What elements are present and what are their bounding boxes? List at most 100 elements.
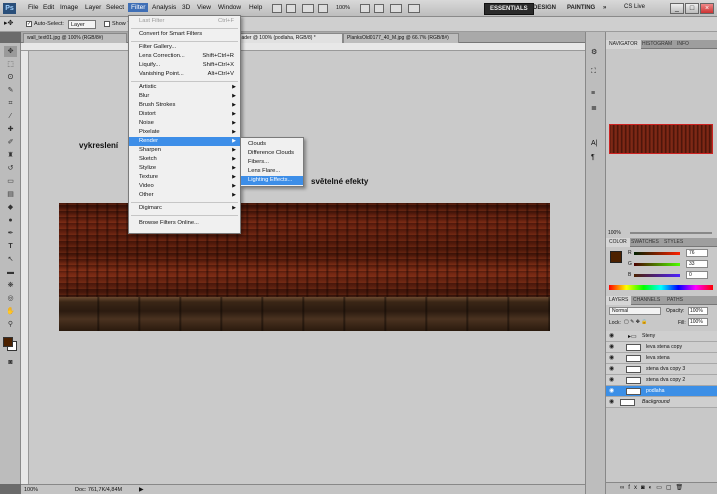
menu-view[interactable]: View — [197, 4, 211, 11]
color-ramp[interactable] — [609, 285, 713, 290]
tab-reader[interactable]: reader @ 100% (podlaha, RGB/8) * — [233, 33, 343, 43]
show-transform-checkbox[interactable] — [104, 21, 110, 27]
menu-window[interactable]: Window — [218, 4, 241, 11]
eyedropper-tool-icon[interactable]: ⁄ — [4, 111, 17, 122]
channel-g-slider[interactable] — [634, 263, 680, 266]
arrange-documents-icon[interactable] — [390, 4, 402, 13]
masks-panel-icon[interactable]: ≣ — [591, 104, 601, 113]
menu-item-pixelate[interactable]: Pixelate ▶ — [129, 128, 240, 137]
menu-layer[interactable]: Layer — [85, 4, 101, 11]
layer-style-icon[interactable]: fx — [628, 485, 641, 491]
tab-color[interactable]: COLOR — [606, 238, 630, 247]
menu-item-sharpen[interactable]: Sharpen ▶ — [129, 146, 240, 155]
3d-panel-icon[interactable]: ⚙ — [591, 48, 601, 57]
channel-b-value[interactable]: 0 — [686, 271, 708, 279]
auto-select-checkbox[interactable]: ✓ — [26, 21, 32, 27]
eye-icon[interactable]: ◉ — [609, 366, 616, 372]
menu-item-fibers[interactable]: Fibers... — [241, 158, 303, 167]
menu-edit[interactable]: Edit — [43, 4, 54, 11]
menu-item-render[interactable]: Render ▶ — [129, 137, 240, 146]
extras-icon[interactable] — [302, 4, 314, 13]
auto-select-dropdown[interactable]: Layer — [68, 20, 96, 29]
tab-layers[interactable]: LAYERS — [606, 296, 632, 305]
eye-icon[interactable]: ◉ — [609, 377, 616, 383]
menu-file[interactable]: File — [28, 4, 38, 11]
tab-channels[interactable]: CHANNELS — [630, 296, 663, 305]
opacity-field[interactable]: 100% — [688, 307, 708, 315]
tab-styles[interactable]: STYLES — [661, 238, 686, 247]
menu-analysis[interactable]: Analysis — [152, 4, 176, 11]
menu-item-convert-smart-filters[interactable]: Convert for Smart Filters — [129, 30, 240, 39]
menu-item-digimarc[interactable]: Digimarc ▶ — [129, 204, 240, 213]
menu-help[interactable]: Help — [249, 4, 262, 11]
marquee-tool-icon[interactable]: ⬚ — [4, 59, 17, 70]
layer-row-podlaha[interactable]: ◉ podlaha — [606, 386, 717, 397]
move-tool-icon[interactable]: ▸✥ — [4, 19, 20, 29]
hand-tool-icon[interactable]: ✋ — [4, 306, 17, 317]
shape-tool-icon[interactable]: ▬ — [4, 267, 17, 278]
eraser-tool-icon[interactable]: ▭ — [4, 176, 17, 187]
menu-item-browse-filters-online[interactable]: Browse Filters Online... — [129, 219, 240, 228]
healing-brush-tool-icon[interactable]: ✚ — [4, 124, 17, 135]
layer-row-leva-stena[interactable]: ◉ leva stena — [606, 353, 717, 364]
menu-item-filter-gallery[interactable]: Filter Gallery... — [129, 43, 240, 52]
eye-icon[interactable]: ◉ — [609, 355, 616, 361]
quick-select-tool-icon[interactable]: ✎ — [4, 85, 17, 96]
menu-item-stylize[interactable]: Stylize ▶ — [129, 164, 240, 173]
pen-tool-icon[interactable]: ✒ — [4, 228, 17, 239]
menu-item-clouds[interactable]: Clouds — [241, 140, 303, 149]
zoom-tool-icon[interactable]: ⚲ — [4, 319, 17, 330]
layer-row-stena-dva-copy-2[interactable]: ◉ stena dva copy 2 — [606, 375, 717, 386]
minimize-icon[interactable]: _ — [670, 3, 684, 14]
tab-planks[interactable]: PlanksOld0177_40_M.jpg @ 66.7% (RGB/8#) — [343, 33, 459, 43]
delete-layer-icon[interactable]: 🗑 — [676, 485, 688, 491]
3d-rotate-tool-icon[interactable]: ❋ — [4, 280, 17, 291]
menu-item-distort[interactable]: Distort ▶ — [129, 110, 240, 119]
hand-icon[interactable] — [360, 4, 370, 13]
menu-item-brush-strokes[interactable]: Brush Strokes ▶ — [129, 101, 240, 110]
navigator-preview[interactable] — [609, 124, 713, 154]
restore-icon[interactable]: □ — [685, 3, 699, 14]
paragraph-panel-icon[interactable]: ¶ — [591, 154, 601, 163]
workspace-design[interactable]: DESIGN — [528, 3, 561, 15]
eye-icon[interactable]: ◉ — [609, 388, 616, 394]
gradient-tool-icon[interactable]: ▤ — [4, 189, 17, 200]
rotate-view-icon[interactable] — [374, 4, 384, 13]
channel-r-value[interactable]: 76 — [686, 249, 708, 257]
menu-item-texture[interactable]: Texture ▶ — [129, 173, 240, 182]
eye-icon[interactable]: ◉ — [609, 333, 616, 339]
zoom-icon[interactable] — [318, 4, 328, 13]
zoom-level[interactable]: 100% — [336, 5, 350, 11]
tab-wall-text[interactable]: wall_text01.jpg @ 100% (RGB/8#) — [23, 33, 127, 43]
menu-item-last-filter[interactable]: Last Filter Ctrl+F — [129, 17, 240, 26]
bridge-icon[interactable] — [272, 4, 282, 13]
menu-item-blur[interactable]: Blur ▶ — [129, 92, 240, 101]
tab-navigator[interactable]: NAVIGATOR — [606, 40, 641, 49]
blur-tool-icon[interactable]: ◆ — [4, 202, 17, 213]
layer-row-stena-dva-copy-3[interactable]: ◉ stena dva copy 3 — [606, 364, 717, 375]
character-panel-icon[interactable]: A| — [591, 140, 601, 149]
clone-stamp-tool-icon[interactable]: ♜ — [4, 150, 17, 161]
crop-tool-icon[interactable]: ⌗ — [4, 98, 17, 109]
menu-item-lens-correction[interactable]: Lens Correction... Shift+Ctrl+R — [129, 52, 240, 61]
workspace-more[interactable]: » — [598, 3, 611, 15]
brush-tool-icon[interactable]: ✐ — [4, 137, 17, 148]
menu-item-lens-flare[interactable]: Lens Flare... — [241, 167, 303, 176]
menu-item-noise[interactable]: Noise ▶ — [129, 119, 240, 128]
foreground-color-swatch[interactable] — [3, 337, 13, 347]
menu-item-video[interactable]: Video ▶ — [129, 182, 240, 191]
menu-item-liquify[interactable]: Liquify... Shift+Ctrl+X — [129, 61, 240, 70]
tab-paths[interactable]: PATHS — [664, 296, 686, 305]
menu-select[interactable]: Select — [106, 4, 124, 11]
menu-3d[interactable]: 3D — [182, 4, 190, 11]
menu-item-other[interactable]: Other ▶ — [129, 191, 240, 200]
mini-bridge-icon[interactable] — [286, 4, 296, 13]
channel-g-value[interactable]: 33 — [686, 260, 708, 268]
layer-mask-icon[interactable]: ◙ — [641, 485, 649, 491]
close-icon[interactable]: × — [700, 3, 714, 14]
navigator-zoom-slider[interactable] — [630, 232, 712, 234]
document-canvas[interactable]: vykreslení světelné efekty — [29, 51, 585, 484]
quick-mask-icon[interactable]: ◙ — [4, 357, 17, 368]
navigator-zoom[interactable]: 100% — [608, 230, 621, 236]
status-arrow-icon[interactable]: ▶ — [139, 486, 144, 493]
